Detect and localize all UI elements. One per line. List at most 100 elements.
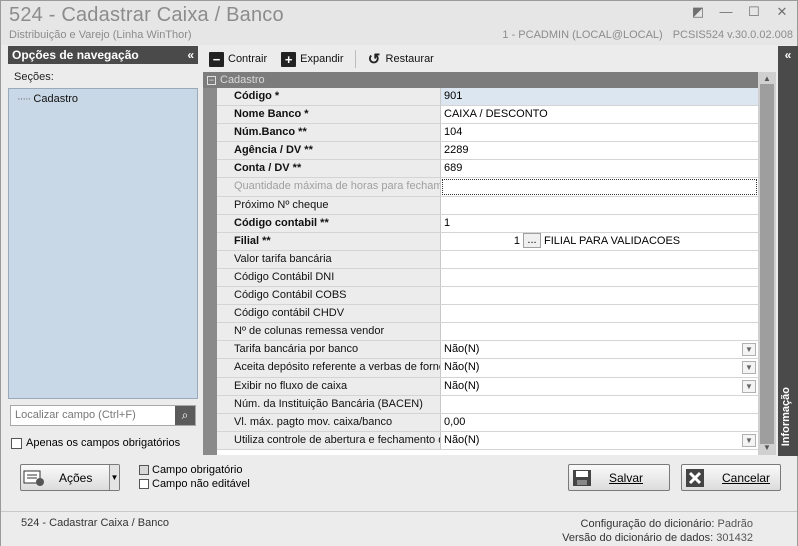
action-bar: Ações ▼ Campo obrigatório Campo não edit… — [1, 456, 797, 511]
tarifa-por-banco-select[interactable]: Não(N) ▼ — [441, 341, 758, 359]
qtd-horas-field[interactable] — [441, 178, 758, 196]
codigo-contabil-field[interactable]: 1 — [441, 214, 758, 232]
legend-readonly-label: Campo não editável — [152, 478, 250, 490]
chevron-down-icon[interactable]: ▼ — [109, 465, 119, 490]
readonly-swatch — [139, 479, 149, 489]
row-codigo: Código * 901 — [217, 88, 758, 107]
expand-info-icon[interactable]: « — [778, 48, 798, 62]
status-bar: 524 - Cadastrar Caixa / Banco Configuraç… — [1, 511, 797, 546]
aceita-deposito-select[interactable]: Não(N) ▼ — [441, 359, 758, 377]
collapse-category-icon[interactable]: − — [207, 75, 216, 85]
actions-button[interactable]: Ações ▼ — [20, 464, 120, 491]
grid-rows: Código * 901 Nome Banco * CAIXA / DESCON… — [217, 88, 758, 450]
row-contabil-cobs: Código Contábil COBS — [217, 287, 758, 306]
tree-item-cadastro[interactable]: ····· Cadastro — [9, 93, 197, 105]
close-icon — [682, 468, 708, 488]
grid-scrollbar[interactable]: ▲ ▼ — [758, 72, 776, 455]
filial-field[interactable]: 1... FILIAL PARA VALIDACOES — [441, 232, 758, 250]
scroll-up-icon[interactable]: ▲ — [761, 74, 773, 84]
undo-icon: ↺ — [367, 50, 381, 68]
dictionary-info: Configuração do dicionário: Padrão Versã… — [562, 517, 753, 545]
save-icon — [569, 468, 595, 488]
window-title: 524 - Cadastrar Caixa / Banco — [9, 4, 284, 26]
collapse-button[interactable]: − Contrair — [203, 49, 273, 69]
bacen-field[interactable] — [441, 395, 758, 413]
fluxo-caixa-select[interactable]: Não(N) ▼ — [441, 377, 758, 395]
chevron-down-icon[interactable]: ▼ — [742, 343, 756, 357]
vl-max-pagto-field[interactable]: 0,00 — [441, 413, 758, 431]
filial-lookup-button[interactable]: ... — [523, 233, 541, 249]
row-contabil-chdv: Código contábil CHDV — [217, 305, 758, 324]
contabil-dni-field[interactable] — [441, 268, 758, 287]
field-label: Agência / DV ** — [217, 142, 441, 160]
nome-banco-field[interactable]: CAIXA / DESCONTO — [441, 106, 758, 124]
search-icon[interactable]: ⌕ — [175, 406, 195, 425]
scroll-down-icon[interactable]: ▼ — [761, 443, 773, 453]
field-label: Conta / DV ** — [217, 160, 441, 178]
nav-header-title: Opções de navegação — [12, 48, 139, 62]
collapse-nav-icon[interactable]: « — [187, 46, 194, 64]
field-search-input[interactable]: Localizar campo (Ctrl+F) ⌕ — [10, 405, 196, 426]
connection-label: 1 - PCADMIN (LOCAL@LOCAL) — [502, 29, 663, 41]
filial-code[interactable]: 1 — [444, 233, 520, 250]
field-label: Código contabil ** — [217, 214, 441, 232]
codigo-field[interactable]: 901 — [441, 88, 758, 106]
dict-version: Versão do dicionário de dados: 301432 — [562, 531, 753, 545]
collapse-button-label: Contrair — [228, 53, 268, 65]
restore-button[interactable]: ↺ Restaurar — [361, 49, 440, 69]
select-value: Não(N) — [444, 433, 480, 446]
num-banco-field[interactable]: 104 — [441, 124, 758, 142]
dict-config-value: Padrão — [717, 518, 753, 530]
dict-config: Configuração do dicionário: Padrão — [562, 517, 753, 531]
chevron-down-icon[interactable]: ▼ — [742, 379, 756, 393]
field-label: Nome Banco * — [217, 106, 441, 124]
actions-icon — [21, 468, 47, 488]
maximize-icon[interactable]: ☐ — [747, 5, 761, 19]
checkbox-box[interactable] — [11, 437, 22, 449]
conta-field[interactable]: 689 — [441, 160, 758, 178]
field-label: Código Contábil COBS — [217, 287, 441, 305]
scrollbar-thumb[interactable] — [760, 84, 774, 444]
field-label: Código * — [217, 88, 441, 106]
category-header[interactable]: − Cadastro — [203, 72, 758, 88]
row-valor-tarifa: Valor tarifa bancária — [217, 250, 758, 269]
field-label: Nº de colunas remessa vendor — [217, 323, 441, 341]
field-label: Tarifa bancária por banco — [217, 341, 441, 359]
info-panel[interactable]: « Informação — [778, 46, 798, 456]
proximo-cheque-field[interactable] — [441, 196, 758, 214]
field-label: Código Contábil DNI — [217, 268, 441, 287]
legend-required: Campo obrigatório — [139, 463, 250, 477]
cancel-button[interactable]: Cancelar — [681, 464, 781, 491]
field-label: Código contábil CHDV — [217, 305, 441, 323]
save-button-label: Salvar — [609, 470, 644, 485]
restore-button-label: Restaurar — [385, 53, 434, 65]
pin-icon[interactable]: ◩ — [691, 5, 705, 19]
expand-button[interactable]: + Expandir — [275, 49, 349, 69]
contabil-cobs-field[interactable] — [441, 287, 758, 305]
sections-label: Seções: — [14, 71, 54, 83]
controle-caixa-select[interactable]: Não(N) ▼ — [441, 431, 758, 449]
valor-tarifa-field[interactable] — [441, 250, 758, 268]
filial-description: FILIAL PARA VALIDACOES — [544, 234, 681, 247]
only-required-checkbox[interactable]: Apenas os campos obrigatórios — [11, 437, 180, 449]
connection-info: 1 - PCADMIN (LOCAL@LOCAL) PCSIS524 v.30.… — [502, 29, 793, 41]
minimize-icon[interactable]: — — [719, 5, 733, 19]
chevron-down-icon[interactable]: ▼ — [742, 361, 756, 375]
save-button[interactable]: Salvar — [568, 464, 670, 491]
chevron-down-icon[interactable]: ▼ — [742, 433, 756, 447]
row-tarifa-por-banco: Tarifa bancária por banco Não(N) ▼ — [217, 341, 758, 360]
dict-config-label: Configuração do dicionário: — [580, 518, 715, 530]
row-agencia: Agência / DV ** 2289 — [217, 142, 758, 161]
toolbar-separator — [354, 50, 356, 68]
grid-gutter — [203, 88, 217, 455]
close-icon[interactable]: ✕ — [775, 5, 789, 19]
agencia-field[interactable]: 2289 — [441, 142, 758, 160]
legend-required-label: Campo obrigatório — [152, 464, 243, 476]
status-routine: 524 - Cadastrar Caixa / Banco — [21, 517, 169, 529]
select-value: Não(N) — [444, 361, 480, 374]
contabil-chdv-field[interactable] — [441, 305, 758, 323]
field-label: Quantidade máxima de horas para fechamen… — [217, 178, 441, 196]
app-window: 524 - Cadastrar Caixa / Banco Distribuiç… — [0, 0, 798, 546]
colunas-remessa-field[interactable] — [441, 323, 758, 341]
only-required-label: Apenas os campos obrigatórios — [26, 437, 181, 449]
